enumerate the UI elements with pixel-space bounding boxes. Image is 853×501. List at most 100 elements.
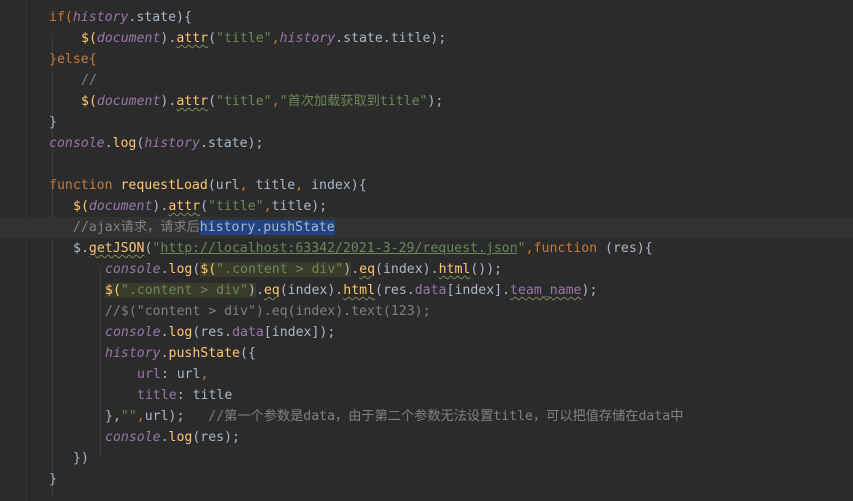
code-line[interactable]: title: title — [0, 385, 853, 406]
code-token: attr — [168, 199, 201, 214]
code-token: title); — [271, 199, 328, 214]
code-token: ) — [343, 262, 352, 277]
code-token: ( — [208, 31, 217, 46]
code-line[interactable]: } — [0, 112, 853, 133]
code-token: , — [525, 241, 534, 256]
code-line[interactable]: console.log(res); — [0, 427, 853, 448]
code-token: $( — [73, 199, 89, 214]
code-token: . — [160, 325, 169, 340]
code-token: console — [105, 262, 161, 277]
code-token: .state.title); — [335, 31, 447, 46]
code-token: [index]. — [446, 283, 511, 298]
code-token: [index]); — [263, 325, 336, 340]
code-token: url — [137, 367, 161, 382]
code-token: requestLoad — [120, 178, 208, 193]
code-line[interactable]: $(document).attr("title",history.state.t… — [0, 28, 853, 49]
code-line[interactable]: $(document).attr("title","首次加载获取到title")… — [0, 91, 853, 112]
code-token: html — [438, 262, 471, 277]
code-line[interactable]: //$("content > div").eq(index).text(123)… — [0, 301, 853, 322]
code-token: , — [200, 367, 209, 382]
code-line[interactable]: if(history.state){ — [0, 7, 853, 28]
code-token: document — [96, 94, 161, 109]
code-token: $( — [105, 283, 121, 298]
code-token: data — [232, 325, 264, 340]
code-token: ".content > div" — [120, 283, 248, 298]
code-line[interactable]: function requestLoad(url, title, index){ — [0, 175, 853, 196]
code-token: , — [271, 31, 280, 46]
code-token: , — [271, 94, 280, 109]
code-token: attr — [176, 94, 209, 109]
code-token: log — [168, 325, 193, 340]
code-token: //ajax请求，请求后 — [73, 220, 200, 235]
code-line[interactable]: }else{ — [0, 49, 853, 70]
code-token: document — [96, 31, 161, 46]
code-token: title — [255, 178, 296, 193]
code-token: }, — [105, 409, 121, 424]
code-token: . — [160, 346, 169, 361]
code-token: (res. — [192, 325, 233, 340]
code-token: eq — [263, 283, 280, 298]
code-line[interactable]: },"",url); //第一个参数是data，由于第二个参数无法设置title… — [0, 406, 853, 427]
code-token: function — [49, 178, 121, 193]
code-token: ( — [208, 94, 217, 109]
code-token: , — [239, 178, 256, 193]
code-token: }else{ — [49, 52, 97, 67]
code-token: history — [144, 136, 200, 151]
code-token: $. — [73, 241, 89, 256]
code-token: index){ — [311, 178, 367, 193]
code-line[interactable]: console.log(history.state); — [0, 133, 853, 154]
code-token: console — [105, 430, 161, 445]
code-token: html — [343, 283, 376, 298]
code-token: . — [160, 262, 169, 277]
code-token: $( — [200, 262, 217, 277]
code-line[interactable]: } — [0, 469, 853, 490]
code-token: ). — [160, 31, 177, 46]
code-token: //第一个参数是data，由于第二个参数无法设置title，可以把值存储在dat… — [184, 409, 684, 424]
code-token: if( — [49, 10, 73, 25]
code-line[interactable]: $.getJSON("http://localhost:63342/2021-3… — [0, 238, 853, 259]
code-token: (res. — [375, 283, 415, 298]
code-token: eq — [359, 262, 376, 277]
code-token: history.pushState — [199, 220, 335, 235]
code-line[interactable]: }) — [0, 448, 853, 469]
code-line[interactable]: history.pushState({ — [0, 343, 853, 364]
code-token: : url — [160, 367, 201, 382]
code-token: ); — [581, 283, 598, 298]
code-token: attr — [176, 31, 209, 46]
code-token: , — [263, 199, 272, 214]
code-token: function — [533, 241, 606, 256]
code-token: (res){ — [605, 241, 653, 256]
code-token: ); — [427, 94, 444, 109]
code-token: } — [49, 115, 57, 130]
code-line[interactable]: console.log($(".content > div").eq(index… — [0, 259, 853, 280]
code-token: : title — [176, 388, 233, 403]
code-token: log — [112, 136, 137, 151]
code-line[interactable]: console.log(res.data[index]); — [0, 322, 853, 343]
code-token: $( — [81, 31, 97, 46]
code-editor[interactable]: if(history.state){$(document).attr("titl… — [0, 0, 853, 501]
code-token: team_name — [510, 283, 582, 298]
code-line[interactable]: $(".content > div").eq(index).html(res.d… — [0, 280, 853, 301]
code-token: " — [517, 241, 526, 256]
code-token: document — [88, 199, 153, 214]
code-token: "title" — [216, 31, 272, 46]
code-token: , — [295, 178, 312, 193]
code-token: (res); — [192, 430, 240, 445]
code-token: "title" — [208, 199, 264, 214]
code-token: title — [137, 388, 177, 403]
code-token: "title" — [216, 94, 272, 109]
code-line[interactable]: url: url, — [0, 364, 853, 385]
code-token: }) — [73, 451, 89, 466]
code-token: (index). — [279, 283, 344, 298]
code-line[interactable]: // — [0, 70, 853, 91]
code-token: url); — [144, 409, 185, 424]
code-line[interactable] — [0, 154, 853, 175]
code-token: ) — [247, 283, 256, 298]
code-token: pushState — [168, 346, 240, 361]
code-token: (index). — [375, 262, 439, 277]
code-token: log — [168, 430, 193, 445]
code-token: ( — [200, 199, 209, 214]
code-line[interactable]: //ajax请求，请求后history.pushState — [0, 217, 853, 238]
code-line[interactable]: $(document).attr("title",title); — [0, 196, 853, 217]
code-token: "" — [120, 409, 137, 424]
